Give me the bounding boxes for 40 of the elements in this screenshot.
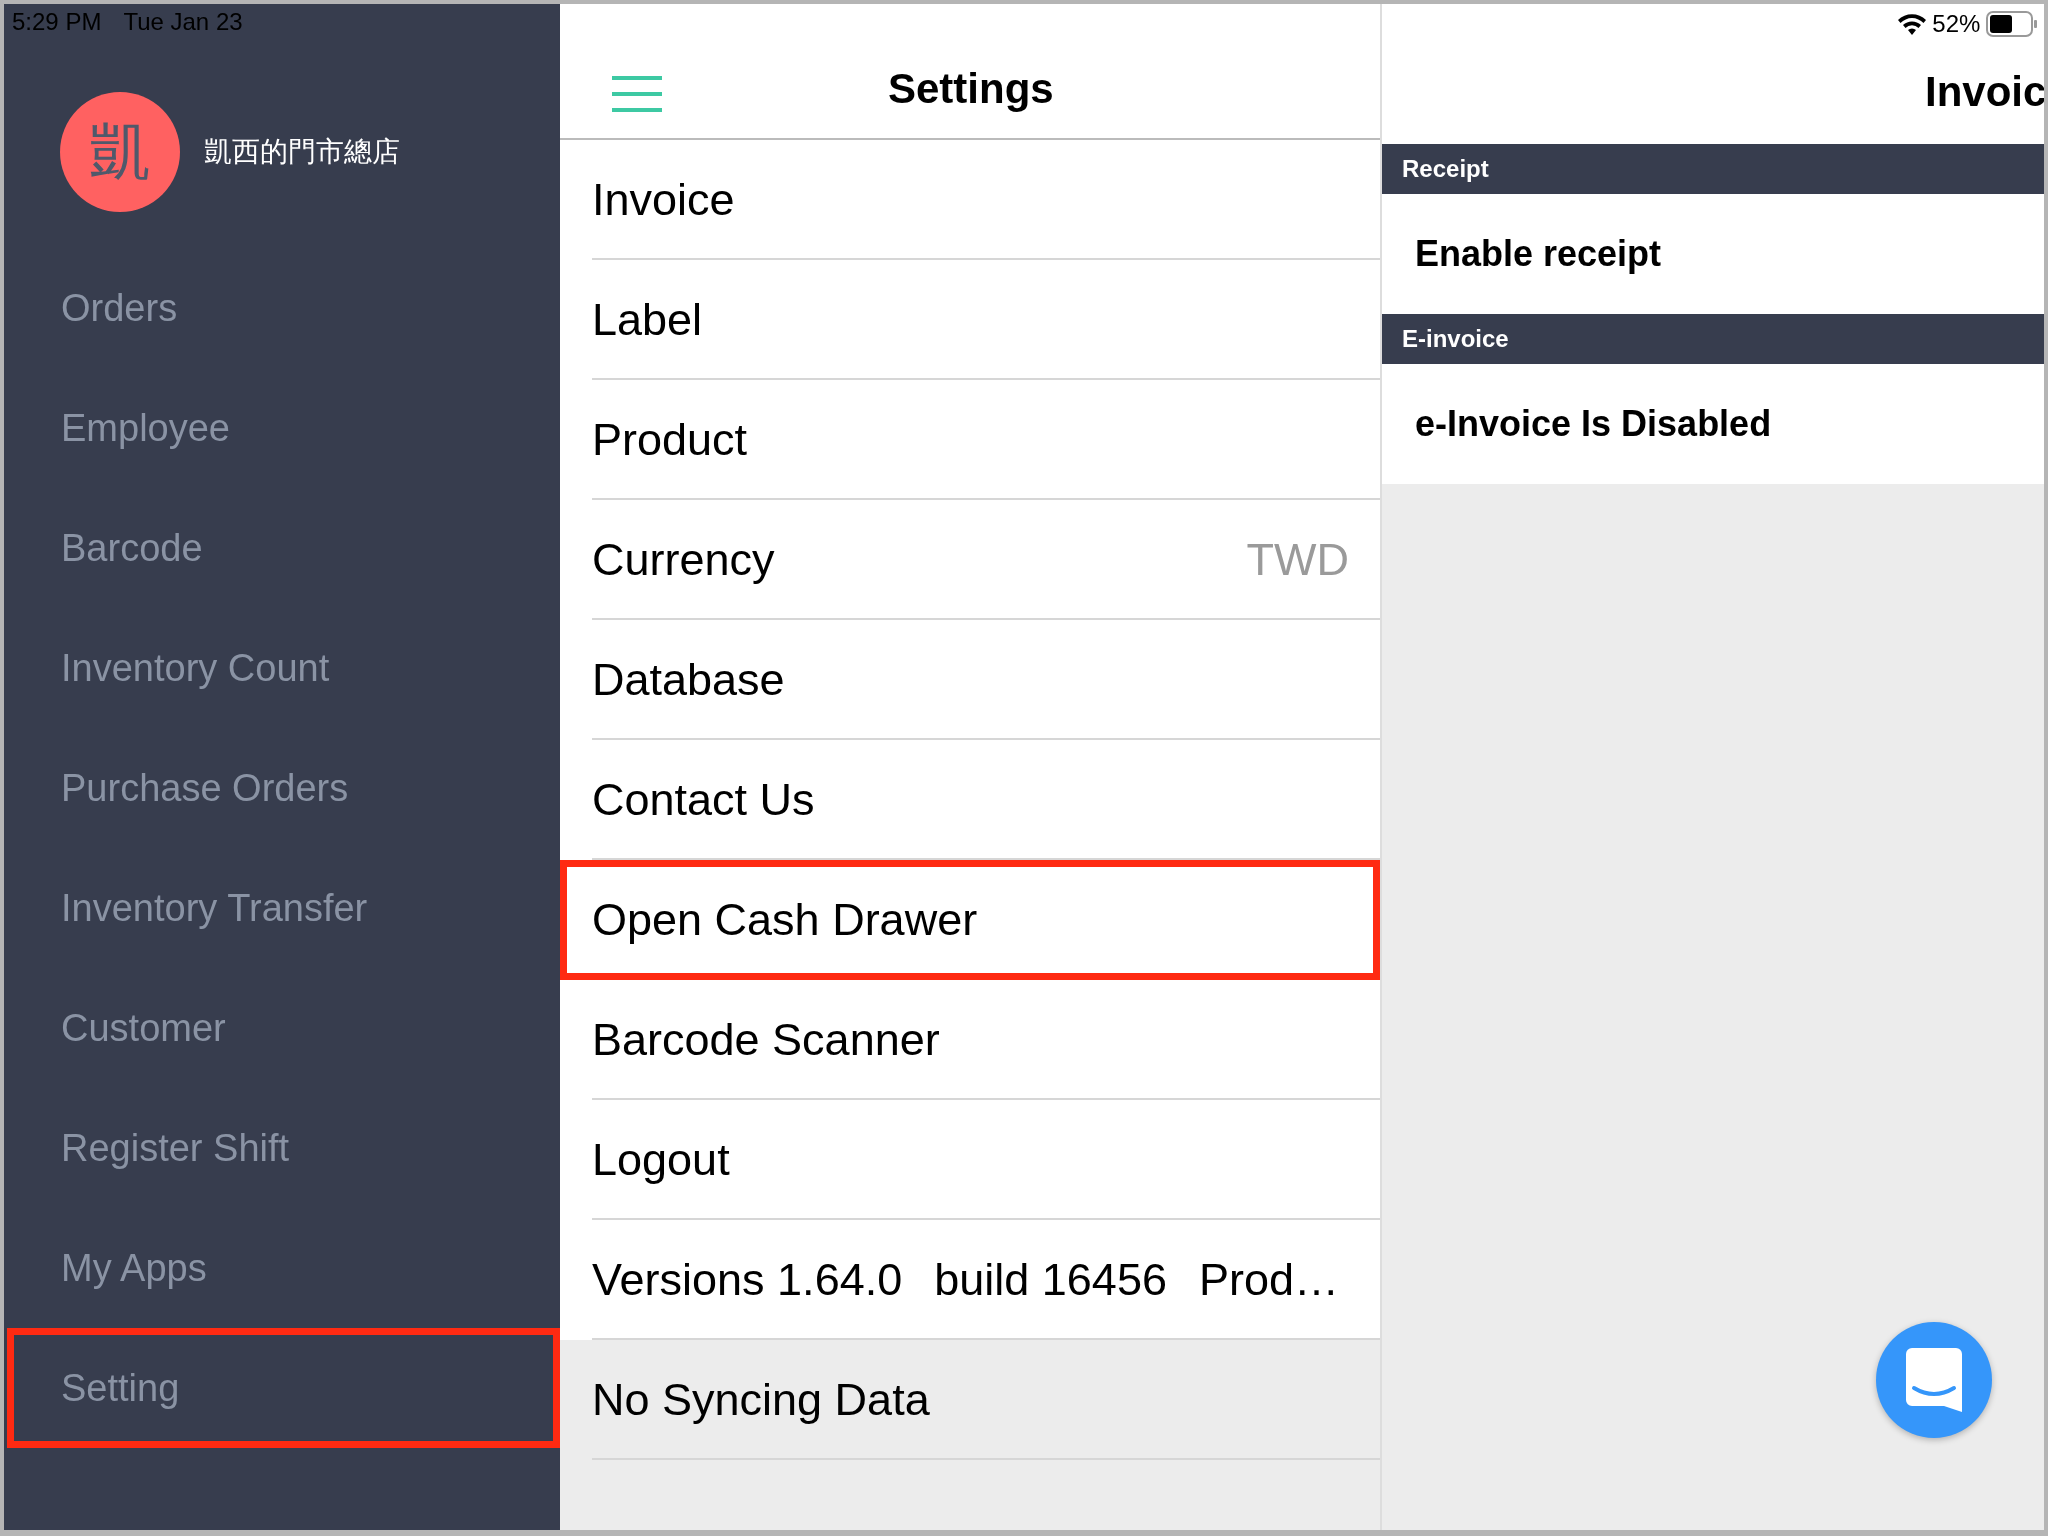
settings-label: Database [592, 654, 785, 706]
settings-label: Contact Us [592, 774, 815, 826]
sidebar-item[interactable]: Register Shift [7, 1088, 560, 1208]
section-header: Receipt [1382, 144, 2044, 194]
detail-row[interactable]: Enable receipt [1382, 194, 2044, 314]
sidebar-item[interactable]: Inventory Count [7, 608, 560, 728]
sidebar-item[interactable]: Inventory Transfer [7, 848, 560, 968]
settings-title: Settings [888, 65, 1054, 113]
sidebar-item[interactable]: Employee [7, 368, 560, 488]
battery-icon [1986, 11, 2039, 37]
sidebar-item[interactable]: Customer [7, 968, 560, 1088]
settings-label: Logout [592, 1134, 730, 1186]
menu-icon[interactable] [612, 76, 662, 112]
wifi-icon [1898, 13, 1927, 35]
settings-label: Versions 1.64.0 [592, 1254, 903, 1306]
settings-label: Invoice [592, 174, 735, 226]
sidebar-item[interactable]: Orders [7, 248, 560, 368]
settings-value: TWD [1246, 534, 1349, 586]
chat-icon [1906, 1348, 1963, 1412]
store-avatar: 凱 [60, 92, 180, 212]
sidebar-item[interactable]: Barcode [7, 488, 560, 608]
settings-label: Prod… [1198, 1254, 1339, 1306]
store-name: 凱西的門市總店 [204, 134, 400, 170]
sidebar-item[interactable]: Setting [7, 1328, 560, 1448]
sidebar-item[interactable]: Purchase Orders [7, 728, 560, 848]
settings-row[interactable]: Open Cash Drawer [560, 860, 1380, 980]
settings-label: Open Cash Drawer [592, 894, 978, 946]
settings-label: Product [592, 414, 748, 466]
settings-label: Currency [592, 534, 775, 586]
section-header: E-invoice [1382, 314, 2044, 364]
settings-label: Barcode Scanner [592, 1014, 940, 1066]
status-date: Tue Jan 23 [123, 8, 243, 36]
settings-label: No Syncing Data [592, 1374, 930, 1426]
detail-row[interactable]: e-Invoice Is Disabled [1382, 364, 2044, 484]
settings-label: build 16456 [934, 1254, 1167, 1306]
chat-button[interactable] [1876, 1322, 1993, 1438]
settings-label: Label [592, 294, 703, 346]
battery-percent: 52% [1932, 10, 1981, 38]
sidebar-item[interactable]: My Apps [7, 1208, 560, 1328]
status-time: 5:29 PM [12, 8, 102, 36]
